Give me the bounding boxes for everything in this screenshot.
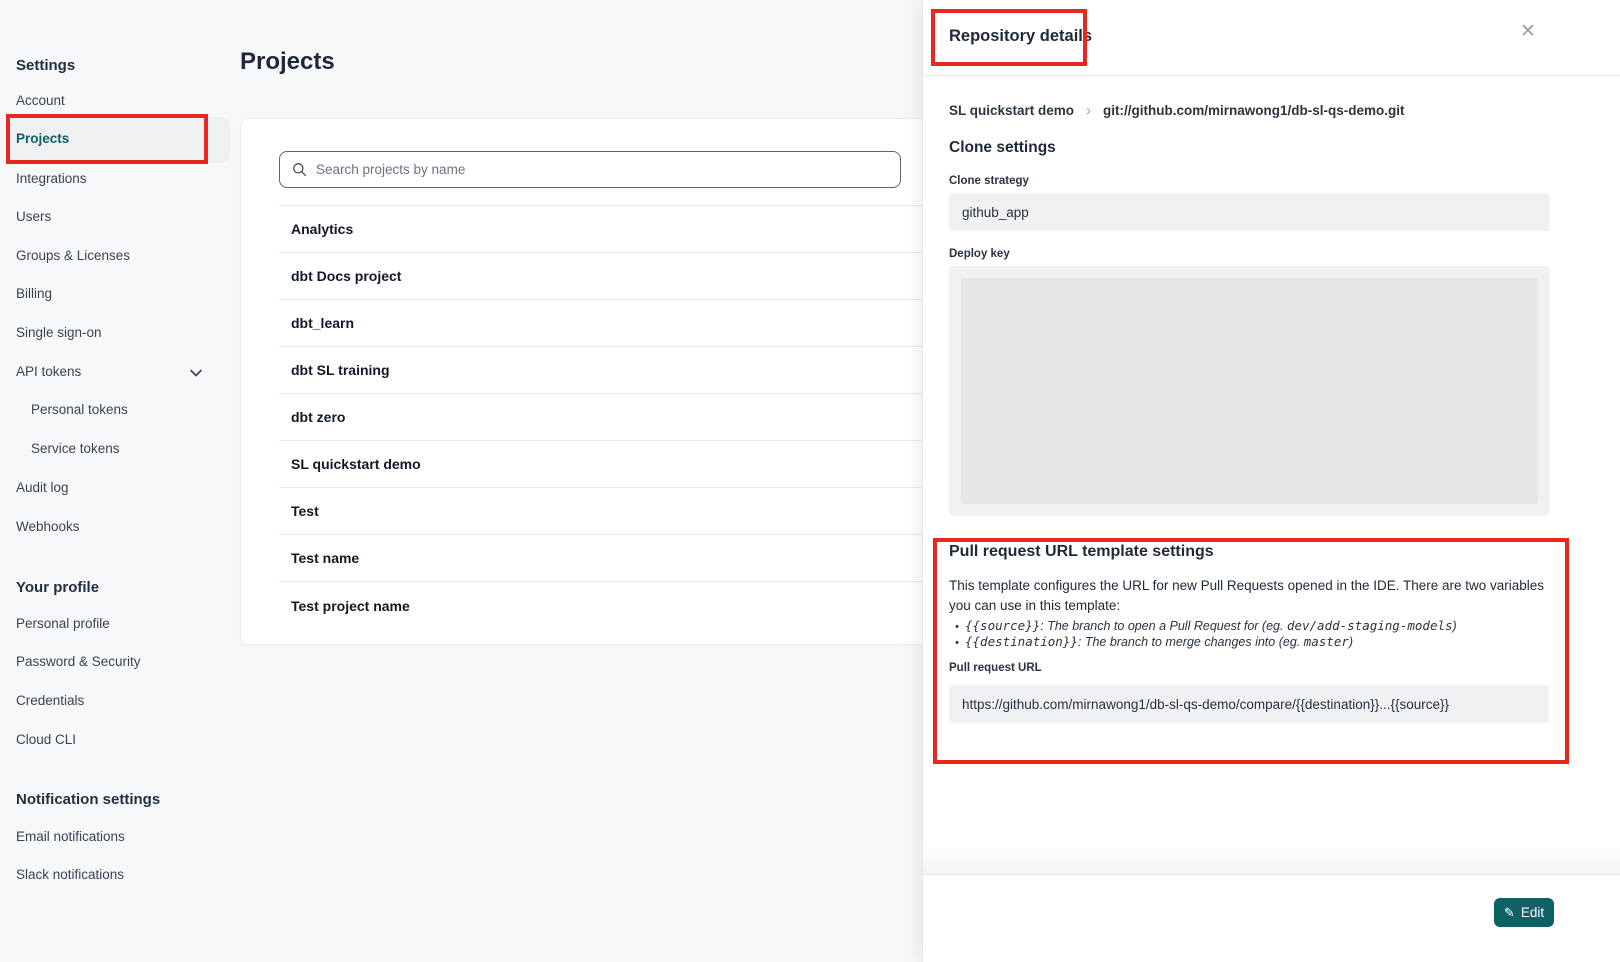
bullet-text: : The branch to merge changes into (eg.	[1078, 635, 1304, 649]
code-source-example: dev/add-staging-models	[1287, 618, 1453, 633]
breadcrumb-repo-url: git://github.com/mirnawong1/db-sl-qs-dem…	[1103, 103, 1404, 118]
bullet-text: : The branch to open a Pull Request for …	[1040, 619, 1287, 633]
sidebar-item-password-security[interactable]: Password & Security	[16, 653, 141, 671]
sidebar-item-integrations[interactable]: Integrations	[16, 170, 87, 188]
project-row-test[interactable]: Test	[279, 488, 1029, 535]
project-name: Analytics	[279, 221, 353, 237]
sidebar-item-single-sign-on[interactable]: Single sign-on	[16, 324, 102, 342]
chevron-right-icon: ›	[1086, 102, 1091, 119]
bullet-suffix: )	[1453, 619, 1457, 633]
project-row-dbt-learn[interactable]: dbt_learn	[279, 300, 1029, 347]
project-name: dbt zero	[279, 409, 345, 425]
pr-template-heading: Pull request URL template settings	[949, 543, 1214, 561]
bullet-dot: •	[949, 621, 965, 633]
sidebar-item-groups-licenses[interactable]: Groups & Licenses	[16, 247, 130, 265]
footer-fade	[923, 844, 1620, 874]
pr-template-description: This template configures the URL for new…	[949, 576, 1553, 615]
sidebar-item-slack-notifications[interactable]: Slack notifications	[16, 866, 124, 884]
sidebar-item-projects[interactable]: Projects	[8, 117, 230, 163]
sidebar-item-email-notifications[interactable]: Email notifications	[16, 828, 125, 846]
project-name: dbt_learn	[279, 315, 354, 331]
pull-request-url-value: https://github.com/mirnawong1/db-sl-qs-d…	[949, 685, 1549, 723]
search-icon	[292, 162, 307, 177]
project-row-test-name[interactable]: Test name	[279, 535, 1029, 582]
search-input-wrap	[279, 151, 901, 188]
sidebar-item-credentials[interactable]: Credentials	[16, 692, 84, 710]
project-row-sl-quickstart-demo[interactable]: SL quickstart demo	[279, 441, 1029, 488]
sidebar-heading-notification-settings: Notification settings	[16, 790, 160, 809]
project-name: Test	[279, 503, 319, 519]
sidebar-item-billing[interactable]: Billing	[16, 285, 52, 303]
code-destination-var: {{destination}}	[965, 634, 1078, 649]
sidebar-item-audit-log[interactable]: Audit log	[16, 479, 69, 497]
annotation-box-pr-template	[933, 538, 1569, 764]
sidebar-item-personal-profile[interactable]: Personal profile	[16, 615, 110, 633]
sidebar-item-personal-tokens[interactable]: Personal tokens	[31, 401, 128, 419]
breadcrumb: SL quickstart demo › git://github.com/mi…	[949, 102, 1405, 119]
project-name: SL quickstart demo	[279, 456, 421, 472]
bullet-dot: •	[949, 637, 965, 649]
clone-strategy-value: github_app	[949, 193, 1550, 231]
pencil-icon: ✎	[1504, 906, 1515, 919]
sidebar-item-webhooks[interactable]: Webhooks	[16, 518, 80, 536]
project-name: Test name	[279, 550, 359, 566]
repository-details-drawer: Repository details ✕ SL quickstart demo …	[922, 0, 1620, 962]
project-row-dbt-zero[interactable]: dbt zero	[279, 394, 1029, 441]
drawer-footer: ✎ Edit	[923, 875, 1620, 962]
project-name: Test project name	[279, 598, 410, 614]
page-title: Projects	[240, 48, 335, 76]
sidebar-heading-settings: Settings	[16, 56, 75, 75]
sidebar-item-projects-label: Projects	[16, 131, 69, 146]
sidebar-item-users[interactable]: Users	[16, 208, 51, 226]
deploy-key-label: Deploy key	[949, 248, 1010, 260]
clone-settings-heading: Clone settings	[949, 139, 1056, 157]
edit-button[interactable]: ✎ Edit	[1494, 898, 1554, 927]
close-icon[interactable]: ✕	[1520, 22, 1536, 42]
code-source-var: {{source}}	[965, 618, 1040, 633]
sidebar-heading-your-profile: Your profile	[16, 578, 99, 597]
deploy-key-redacted-value	[961, 278, 1538, 504]
breadcrumb-project: SL quickstart demo	[949, 103, 1074, 118]
pull-request-url-label: Pull request URL	[949, 662, 1042, 674]
chevron-down-icon[interactable]	[188, 365, 204, 381]
drawer-title: Repository details	[949, 27, 1092, 46]
projects-card: Analytics dbt Docs project dbt_learn dbt…	[240, 118, 1030, 645]
project-row-test-project-name[interactable]: Test project name	[279, 582, 1029, 629]
pr-template-bullet-destination: •{{destination}}: The branch to merge ch…	[949, 634, 1353, 649]
project-row-analytics[interactable]: Analytics	[279, 206, 1029, 253]
project-name: dbt Docs project	[279, 268, 401, 284]
deploy-key-field	[949, 266, 1550, 516]
project-name: dbt SL training	[279, 362, 390, 378]
drawer-header-divider	[923, 75, 1620, 76]
sidebar-item-service-tokens[interactable]: Service tokens	[31, 440, 120, 458]
search-input[interactable]	[316, 162, 888, 177]
clone-strategy-label: Clone strategy	[949, 175, 1029, 187]
edit-button-label: Edit	[1521, 905, 1544, 920]
bullet-suffix: )	[1349, 635, 1353, 649]
project-row-dbt-docs-project[interactable]: dbt Docs project	[279, 253, 1029, 300]
sidebar-item-api-tokens[interactable]: API tokens	[16, 363, 81, 381]
code-destination-example: master	[1304, 634, 1349, 649]
sidebar-item-cloud-cli[interactable]: Cloud CLI	[16, 731, 76, 749]
sidebar-item-account[interactable]: Account	[16, 92, 65, 110]
project-row-dbt-sl-training[interactable]: dbt SL training	[279, 347, 1029, 394]
pr-template-bullet-source: •{{source}}: The branch to open a Pull R…	[949, 618, 1457, 633]
